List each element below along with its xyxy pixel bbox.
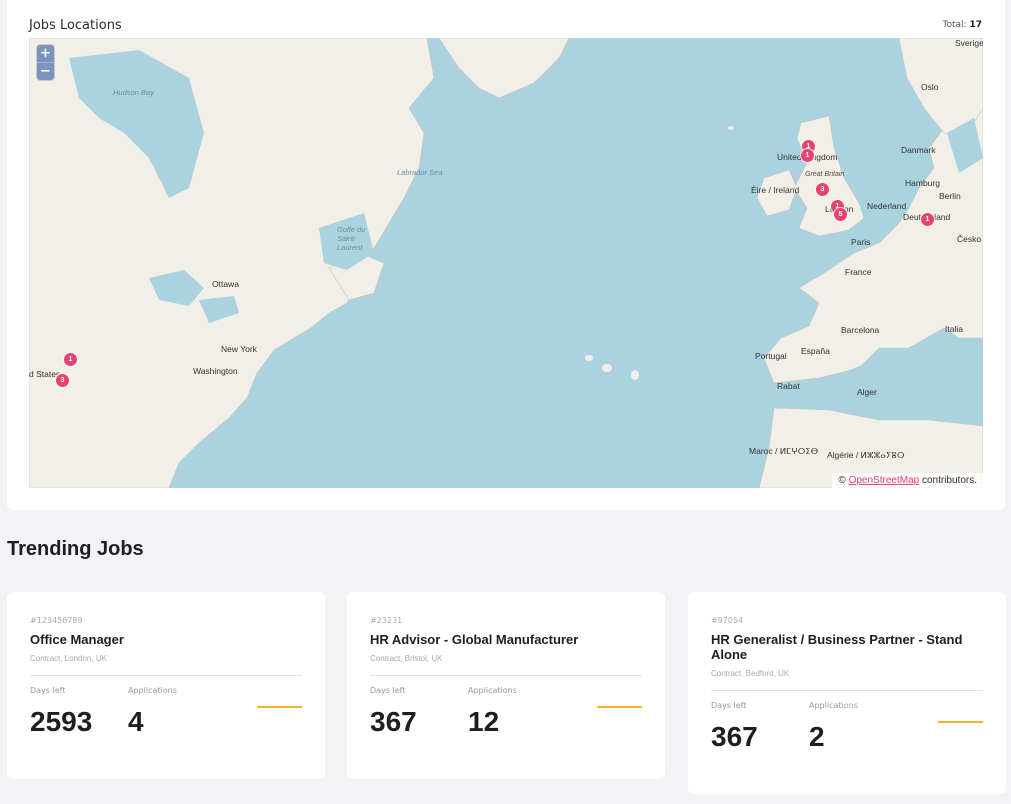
job-id: #23231 <box>370 616 403 625</box>
map-label-ottawa: Ottawa <box>212 279 239 289</box>
divider <box>30 675 302 676</box>
map-label-nederland: Nederland <box>867 201 907 211</box>
job-card[interactable]: #123456789 Office Manager Contract, Lond… <box>7 592 325 779</box>
accent-line <box>597 706 642 708</box>
openstreetmap-link[interactable]: OpenStreetMap <box>849 475 920 486</box>
map-label-algerie: Algérie / ⵍⵣⵣⴰⵢⴻⵔ <box>827 450 905 460</box>
map-marker[interactable]: 3 <box>816 183 829 196</box>
applications-value: 12 <box>468 706 500 737</box>
map-label-alger: Alger <box>857 387 877 397</box>
days-left-value: 367 <box>711 721 758 752</box>
map-marker[interactable]: 5 <box>834 208 847 221</box>
map-label-danmark: Danmark <box>901 145 936 155</box>
accent-line <box>257 706 302 708</box>
job-meta: Contract, London, UK <box>30 654 107 663</box>
job-title[interactable]: HR Generalist / Business Partner - Stand… <box>711 632 986 681</box>
map-label-berlin: Berlin <box>939 191 961 201</box>
applications-label: Applications <box>468 686 517 695</box>
jobs-locations-card: Jobs Locations Total: 17 + − Hudson Bay … <box>7 0 1005 510</box>
map-title: Jobs Locations <box>29 18 122 33</box>
map-label-newyork: New York <box>221 344 257 354</box>
zoom-control: + − <box>37 45 54 80</box>
accent-line <box>938 721 983 723</box>
map-label-gulf: Golfe du Saint-Laurent <box>337 225 366 252</box>
applications-label: Applications <box>128 686 177 695</box>
map-label-maroc: Maroc / ⵍⵎⵖⵔⵉⴱ <box>749 446 819 456</box>
applications-label: Applications <box>809 701 858 710</box>
applications-value: 4 <box>128 706 144 737</box>
job-meta: Contract, Bedford, UK <box>711 669 790 678</box>
trending-jobs-title: Trending Jobs <box>7 538 144 560</box>
divider <box>711 690 983 691</box>
applications-value: 2 <box>809 721 825 752</box>
job-title[interactable]: Office Manager Contract, London, UK <box>30 632 305 666</box>
map-attribution: © OpenStreetMap contributors. <box>832 473 983 488</box>
job-card[interactable]: #23231 HR Advisor - Global Manufacturer … <box>347 592 665 779</box>
days-left-label: Days left <box>30 686 66 695</box>
map-label-barcelona: Barcelona <box>841 325 880 335</box>
map-label-espana: España <box>801 346 830 356</box>
job-id: #97054 <box>711 616 744 625</box>
map-label-paris: Paris <box>851 237 871 247</box>
map-label-gb: Great Britain <box>805 171 845 178</box>
job-id: #123456789 <box>30 616 83 625</box>
map-label-labrador: Labrador Sea <box>397 168 443 177</box>
map-marker[interactable]: 1 <box>921 213 934 226</box>
map-label-washington: Washington <box>193 366 238 376</box>
job-title[interactable]: HR Advisor - Global Manufacturer Contrac… <box>370 632 645 666</box>
total-count: Total: 17 <box>942 20 982 30</box>
map-label-cesko: Česko <box>957 234 982 244</box>
job-card[interactable]: #97054 HR Generalist / Business Partner … <box>688 592 1006 794</box>
map-label-hudson: Hudson Bay <box>113 88 154 97</box>
jobs-map[interactable]: + − Hudson Bay Labrador Sea Golfe du Sai… <box>29 38 983 488</box>
days-left-label: Days left <box>370 686 406 695</box>
days-left-value: 2593 <box>30 706 93 737</box>
map-marker[interactable]: 1 <box>64 353 77 366</box>
job-meta: Contract, Bristol, UK <box>370 654 443 663</box>
map-label-oslo: Oslo <box>921 82 939 92</box>
map-marker[interactable]: 3 <box>56 374 69 387</box>
map-tiles <box>29 38 983 488</box>
total-value: 17 <box>969 20 982 30</box>
map-label-sverige: Sverige <box>955 38 983 48</box>
days-left-label: Days left <box>711 701 747 710</box>
map-label-italia: Italia <box>945 324 963 334</box>
map-label-eire: Éire / Ireland <box>751 185 800 195</box>
zoom-in-button[interactable]: + <box>37 45 54 62</box>
zoom-out-button[interactable]: − <box>37 62 54 80</box>
days-left-value: 367 <box>370 706 417 737</box>
map-marker[interactable]: 1 <box>801 149 814 162</box>
map-label-france: France <box>845 267 872 277</box>
map-label-portugal: Portugal <box>755 351 787 361</box>
divider <box>370 675 642 676</box>
map-label-hamburg: Hamburg <box>905 178 940 188</box>
map-label-rabat: Rabat <box>777 381 800 391</box>
